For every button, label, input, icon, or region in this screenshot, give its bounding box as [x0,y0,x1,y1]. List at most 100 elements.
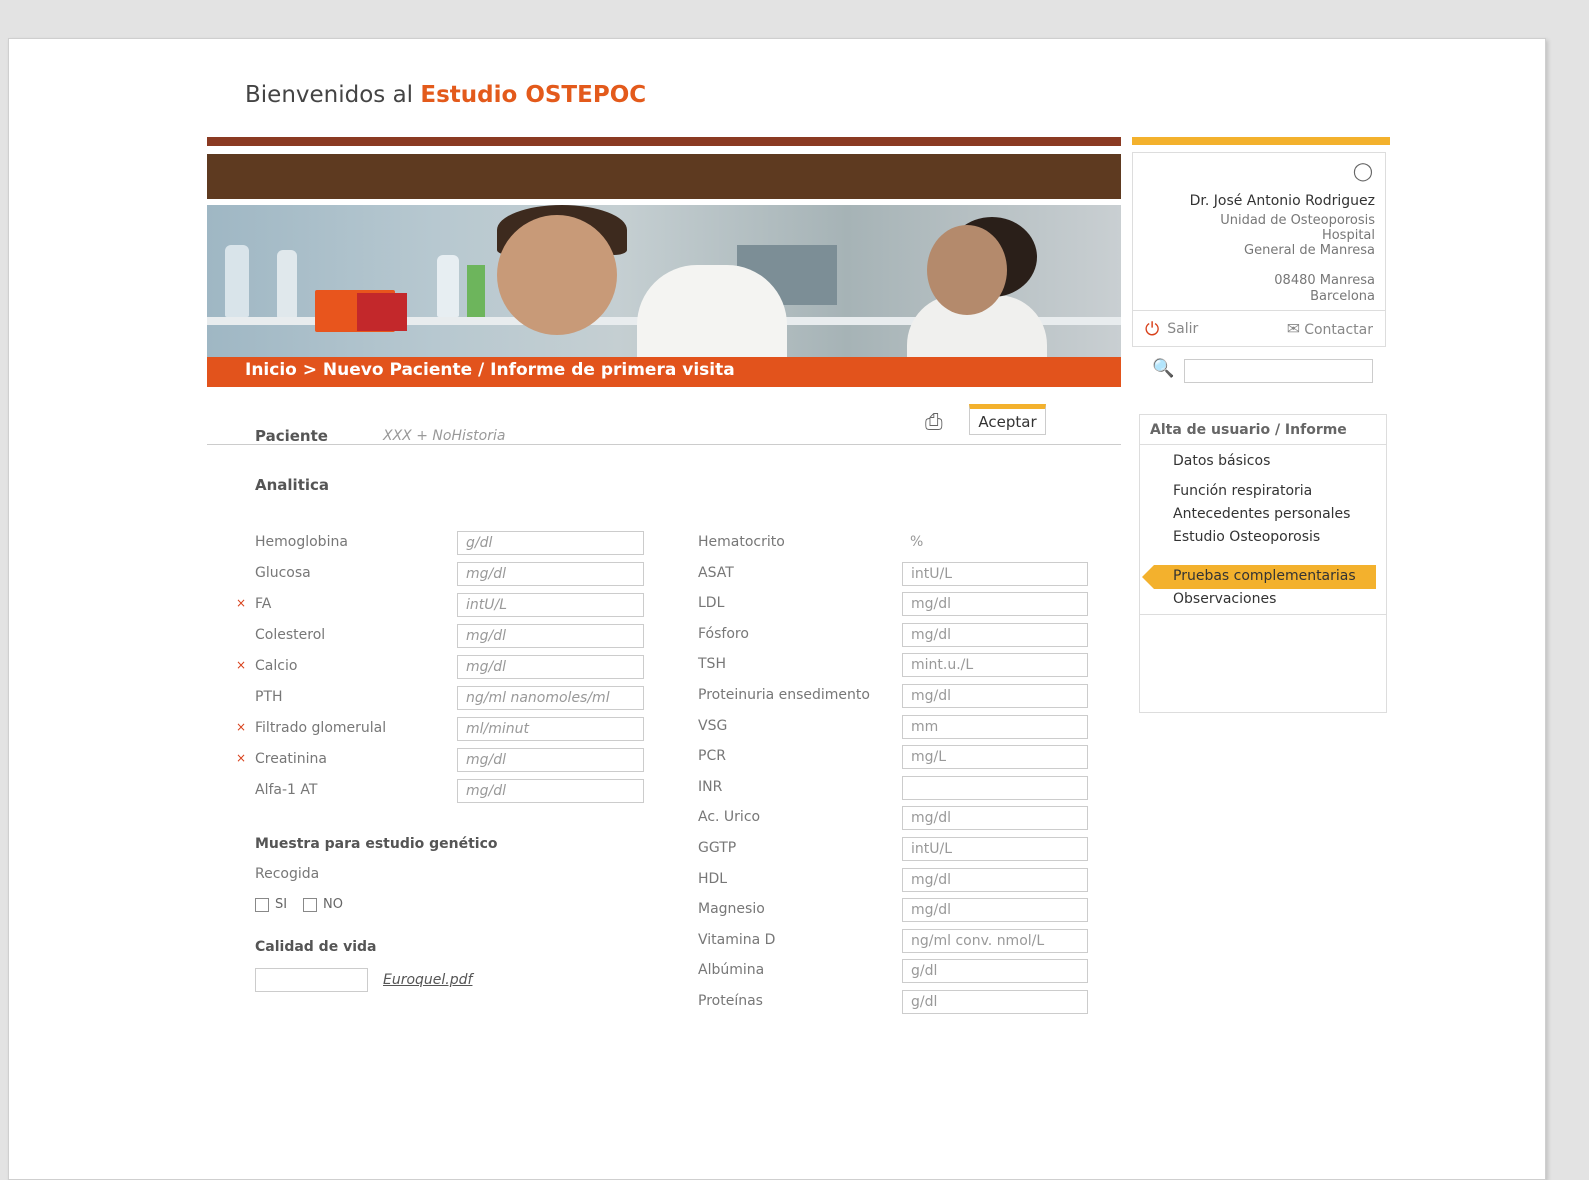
field-label: Proteínas [698,993,763,1009]
field-label: FA [255,596,272,612]
field-input[interactable]: mint.u./L [902,653,1088,678]
logout-button[interactable]: ⏻ Salir [1145,319,1198,340]
user-hospital-line1: Hospital [1321,228,1375,243]
field-label: PTH [255,689,283,705]
field-input[interactable]: ng/ml nanomoles/ml [457,686,644,710]
user-name: Dr. José Antonio Rodriguez [1189,193,1375,209]
user-info-box: ◯ Dr. José Antonio Rodriguez Unidad de O… [1132,152,1386,311]
side-accent-bar [1132,137,1390,145]
required-marker: × [236,720,247,734]
field-label: Proteinuria ensedimento [698,687,870,703]
user-actions: ⏻ Salir ✉ Contactar [1132,310,1386,347]
patient-label: Paciente [255,427,328,445]
genetic-label: Recogida [255,866,320,882]
field-input[interactable]: mg/dl [902,622,1088,647]
menu-item-pruebas-complementarias[interactable]: Pruebas complementarias [1173,568,1356,584]
field-label: Ac. Urico [698,809,761,826]
header-brown-bar [207,154,1121,199]
genetic-title: Muestra para estudio genético [255,836,498,852]
hero-lab-image [207,205,1121,365]
field-input[interactable]: g/dl [902,990,1088,1014]
field-input[interactable]: intU/L [902,837,1088,861]
field-label: Creatinina [255,751,328,767]
menu-title: Alta de usuario / Informe [1140,415,1386,445]
field-label: TSH [698,656,726,673]
euroquel-link[interactable]: Euroquel.pdf [383,972,472,988]
field-input[interactable]: ng/ml conv. nmol/L [902,928,1088,953]
section-title: Analitica [255,476,330,494]
menu-item-antecedentes[interactable]: Antecedentes personales [1173,506,1350,522]
field-label: HDL [698,870,728,887]
search-icon[interactable]: 🔍 [1152,358,1174,379]
field-label: Glucosa [255,565,311,581]
field-input[interactable]: mg/dl [902,867,1088,892]
field-input[interactable]: intU/L [457,593,644,617]
field-input[interactable]: mg/dl [902,806,1088,831]
required-marker: × [236,658,247,672]
no-checkbox[interactable] [303,898,317,912]
field-label: Magnesio [698,901,765,918]
patient-divider [207,444,1121,445]
field-label: GGTP [698,840,737,856]
field-label: Colesterol [255,627,326,643]
field-label: Vitamina D [698,931,776,948]
menu-item-funcion-respiratoria[interactable]: Función respiratoria [1173,483,1312,499]
field-label: VSG [698,717,728,734]
side-menu: Alta de usuario / Informe Datos básicos … [1139,414,1387,713]
required-marker: × [236,596,247,610]
search-input[interactable] [1184,359,1373,383]
field-input[interactable]: mg/dl [902,898,1088,923]
field-input[interactable]: ml/minut [457,717,644,741]
field-label: INR [698,778,723,795]
patient-value: XXX + NoHistoria [383,428,506,444]
field-input[interactable]: g/dl [902,959,1088,984]
quality-input[interactable] [255,968,368,992]
field-unit: % [910,534,924,550]
user-unit: Unidad de Osteoporosis [1220,213,1375,228]
field-input[interactable] [902,775,1088,800]
print-icon[interactable]: ⎙ [925,410,943,435]
field-input[interactable]: mg/dl [902,684,1088,708]
no-label: NO [323,897,343,912]
user-icon: ◯ [1352,161,1373,182]
power-icon: ⏻ [1145,319,1160,340]
field-label: Alfa-1 AT [255,782,318,798]
user-postal: 08480 Manresa [1274,273,1375,288]
menu-item-datos-basicos[interactable]: Datos básicos [1173,453,1270,469]
welcome-title: Bienvenidos al Estudio OSTEPOC [245,82,647,108]
yes-label: SI [275,897,288,912]
field-label: Albúmina [698,962,765,979]
field-label: Fósforo [698,625,749,642]
field-input[interactable]: mm [902,714,1088,739]
field-input[interactable]: mg/L [902,745,1088,770]
menu-divider [1140,614,1386,615]
field-input[interactable]: intU/L [902,561,1088,586]
field-input[interactable]: g/dl [457,531,644,555]
user-hospital-line2: General de Manresa [1244,243,1375,258]
field-input[interactable]: mg/dl [457,624,644,648]
field-label: Filtrado glomerulal [255,720,387,736]
accept-button[interactable]: Aceptar [969,404,1046,435]
field-input[interactable]: mg/dl [457,748,644,772]
brand-name: Estudio OSTEPOC [420,82,647,108]
header-rust-bar [207,137,1121,146]
quality-title: Calidad de vida [255,939,377,955]
field-label: Calcio [255,658,298,674]
field-label: Hematocrito [698,534,785,550]
field-label: LDL [698,595,725,612]
field-label: PCR [698,748,726,765]
field-input[interactable]: mg/dl [902,592,1088,617]
breadcrumb[interactable]: Inicio > Nuevo Paciente / Informe de pri… [245,360,735,380]
field-input[interactable]: mg/dl [457,655,644,679]
required-marker: × [236,751,247,765]
contact-button[interactable]: ✉ Contactar [1287,319,1373,338]
field-input[interactable]: mg/dl [457,779,644,803]
user-city: Barcelona [1310,289,1375,304]
field-input[interactable]: mg/dl [457,562,644,586]
yes-checkbox[interactable] [255,898,269,912]
menu-item-estudio-osteoporosis[interactable]: Estudio Osteoporosis [1173,529,1320,545]
field-label: ASAT [698,564,734,581]
mail-icon: ✉ [1286,319,1301,338]
menu-item-observaciones[interactable]: Observaciones [1173,591,1276,607]
field-label: Hemoglobina [255,534,348,550]
